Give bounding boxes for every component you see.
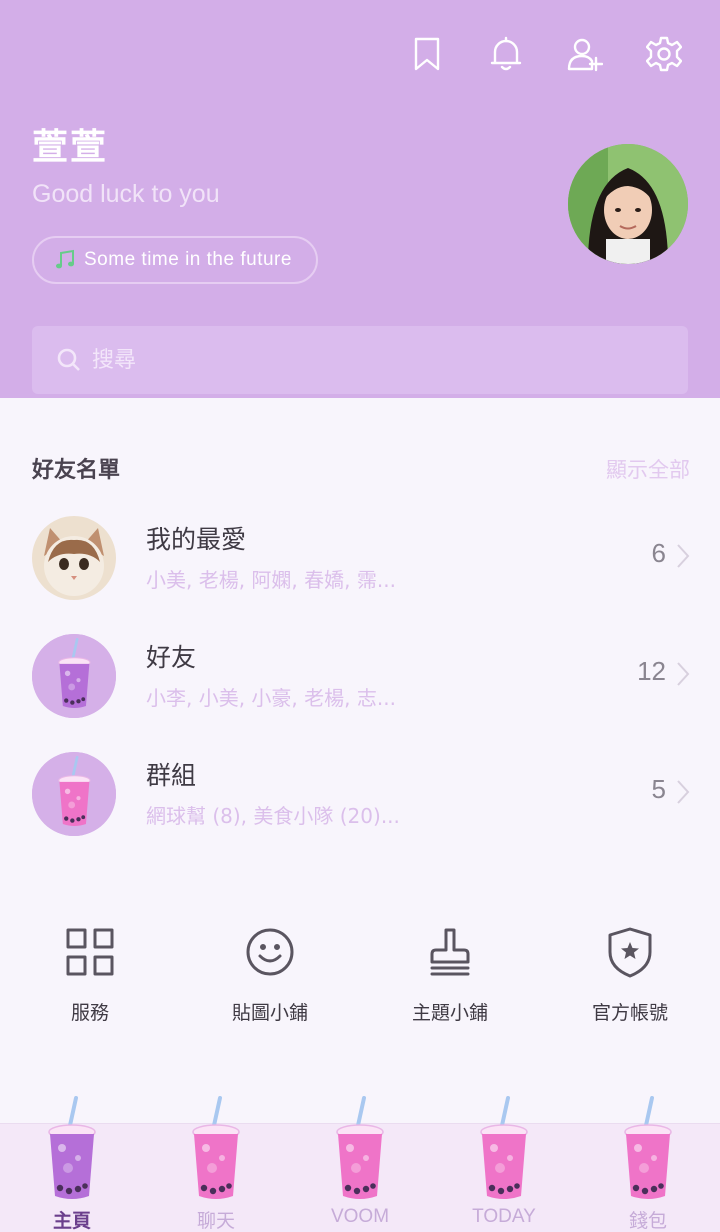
tab-wallet[interactable]: 錢包	[576, 1096, 720, 1232]
official-accounts-label: 官方帳號	[591, 1002, 668, 1024]
status-message[interactable]: Good luck to you	[32, 180, 220, 209]
friends-title: 好友	[146, 643, 197, 672]
tab-voom[interactable]: VOOM	[288, 1096, 432, 1232]
music-pill[interactable]: Some time in the future	[32, 236, 318, 284]
favorites-count: 6	[651, 538, 666, 568]
chevron-right-icon	[677, 780, 690, 804]
list-item-friends[interactable]: 好友 小李, 小美, 小豪, 老楊, 志... 12	[0, 634, 720, 734]
chevron-right-icon	[677, 662, 690, 686]
tab-chat-label: 聊天	[196, 1211, 235, 1232]
search-icon	[57, 348, 80, 371]
services-bar: 服務 貼圖小鋪 主題小鋪 官方帳號	[0, 926, 720, 1025]
friends-section-title: 好友名單	[32, 458, 121, 483]
service-label: 服務	[70, 1002, 109, 1024]
list-item-favorites[interactable]: 我的最愛 小美, 老楊, 阿嫻, 春嬌, 霈... 6	[0, 516, 720, 616]
friends-avatar	[32, 634, 116, 718]
favorites-title: 我的最愛	[146, 525, 247, 554]
groups-subtitle: 網球幫 (8), 美食小隊 (20)...	[146, 804, 400, 828]
favorites-subtitle: 小美, 老楊, 阿嫻, 春嬌, 霈...	[146, 568, 396, 592]
tab-today-label: TODAY	[472, 1206, 536, 1227]
favorites-avatar	[32, 516, 116, 600]
friends-subtitle: 小李, 小美, 小豪, 老楊, 志...	[146, 686, 396, 710]
friends-count: 12	[637, 656, 666, 686]
sticker-shop-button[interactable]: 貼圖小鋪	[180, 926, 360, 1025]
avatar[interactable]	[568, 144, 688, 264]
tab-today[interactable]: TODAY	[432, 1096, 576, 1232]
sticker-shop-label: 貼圖小鋪	[231, 1002, 308, 1024]
groups-avatar	[32, 752, 116, 836]
show-all-link[interactable]: 顯示全部	[606, 454, 690, 484]
grid-icon	[66, 928, 114, 976]
smiley-icon	[246, 928, 294, 976]
tab-wallet-label: 錢包	[628, 1211, 667, 1232]
bell-icon[interactable]	[486, 34, 526, 74]
music-title: Some time in the future	[84, 249, 292, 270]
shield-star-icon	[608, 927, 652, 978]
profile-name[interactable]: 萱萱	[32, 118, 108, 170]
music-note-icon	[56, 249, 74, 269]
groups-count: 5	[651, 774, 666, 804]
groups-title: 群組	[146, 761, 197, 790]
tab-chat[interactable]: 聊天	[144, 1096, 288, 1232]
tab-home-label: 主頁	[52, 1211, 91, 1232]
official-accounts-button[interactable]: 官方帳號	[540, 926, 720, 1025]
search-input[interactable]	[92, 347, 652, 373]
bottom-nav: 主頁 聊天 VOOM TODAY 錢包	[0, 1123, 720, 1232]
theme-shop-label: 主題小鋪	[411, 1002, 488, 1024]
theme-shop-button[interactable]: 主題小鋪	[360, 926, 540, 1025]
tab-voom-label: VOOM	[330, 1206, 390, 1227]
chevron-right-icon	[677, 544, 690, 568]
list-item-groups[interactable]: 群組 網球幫 (8), 美食小隊 (20)... 5	[0, 752, 720, 852]
paint-brush-icon	[430, 928, 470, 976]
header-toolbar	[407, 34, 684, 74]
bubble-tea-icon	[330, 1096, 390, 1204]
bubble-tea-icon	[42, 1096, 102, 1204]
profile-header: 萱萱 Good luck to you Some time in the fut…	[0, 0, 720, 398]
bubble-tea-icon	[186, 1096, 246, 1204]
service-button[interactable]: 服務	[0, 926, 180, 1025]
search-bar[interactable]	[32, 326, 688, 394]
bubble-tea-icon	[618, 1096, 678, 1204]
bubble-tea-icon	[474, 1096, 534, 1204]
add-friend-icon[interactable]	[565, 34, 605, 74]
tab-home[interactable]: 主頁	[0, 1096, 144, 1232]
bookmark-icon[interactable]	[407, 34, 447, 74]
gear-icon[interactable]	[644, 34, 684, 74]
